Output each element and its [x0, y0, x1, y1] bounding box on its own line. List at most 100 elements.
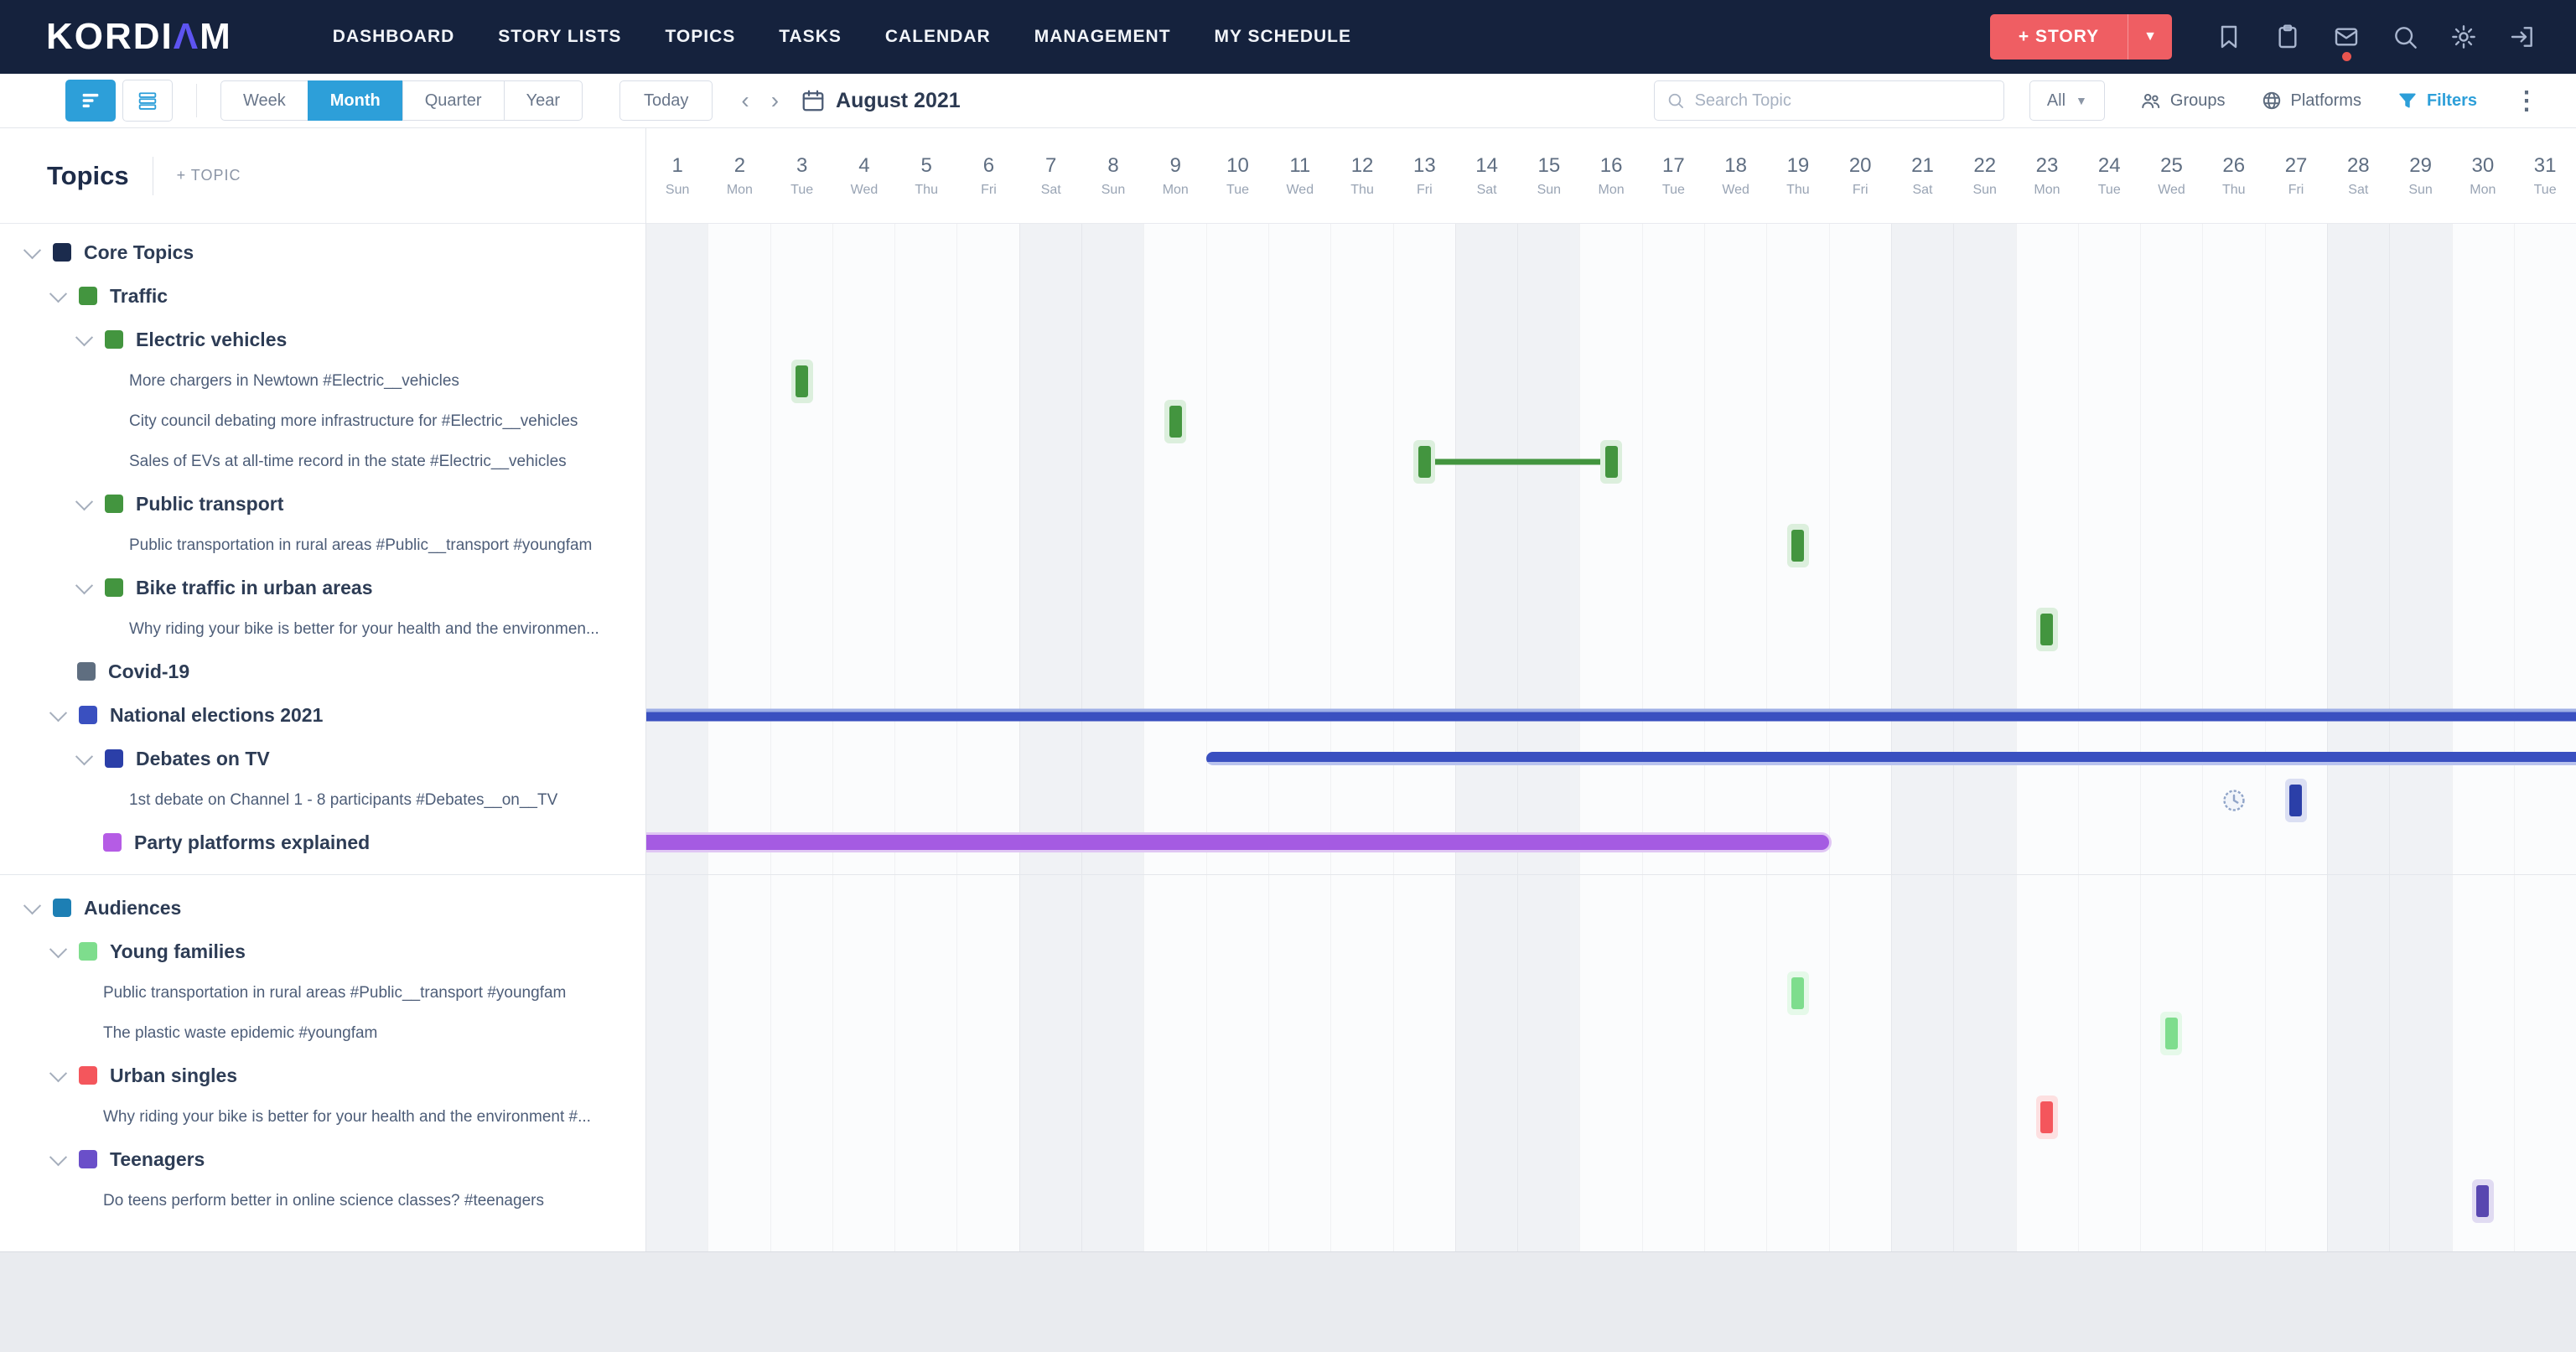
timeline-row — [646, 566, 2576, 609]
nav-item-story-lists[interactable]: STORY LISTS — [498, 27, 621, 47]
chevron-down-icon[interactable] — [75, 577, 93, 594]
filters-button[interactable]: Filters — [2397, 90, 2477, 111]
topic-row-public-transport[interactable]: Public transport — [0, 482, 645, 526]
platforms-button[interactable]: Platforms — [2261, 90, 2361, 111]
logout-icon[interactable] — [2509, 23, 2536, 50]
range-cap-bar[interactable] — [1413, 440, 1435, 484]
range-option-week[interactable]: Week — [220, 80, 308, 121]
topic-row-national-elections-2021[interactable]: National elections 2021 — [0, 693, 645, 737]
next-period-arrow[interactable]: › — [771, 87, 779, 114]
story-bar[interactable] — [2036, 608, 2058, 651]
period-label: August 2021 — [836, 89, 961, 113]
topic-row-young-families[interactable]: Young families — [0, 930, 645, 973]
toolbar-right: All ▼ Groups Platforms Filters ⋮ — [1654, 80, 2539, 121]
top-navbar: KORDIΛM DASHBOARD STORY LISTS TOPICS TASKS C… — [0, 0, 2576, 74]
story-row-public-transportation-in-rural-areas-pub[interactable]: Public transportation in rural areas #Pu… — [0, 526, 645, 566]
range-option-year[interactable]: Year — [504, 80, 583, 121]
add-story-button[interactable]: + STORY ▼ — [1990, 14, 2172, 60]
timeline-span-bar[interactable] — [1206, 752, 2576, 765]
story-bar[interactable] — [1787, 524, 1809, 567]
story-bar[interactable] — [1787, 971, 1809, 1015]
bookmark-icon[interactable] — [2216, 23, 2242, 50]
chevron-down-icon[interactable] — [49, 704, 67, 722]
timeline-row — [646, 930, 2576, 973]
logo-accent: Λ — [174, 16, 200, 58]
story-row-why-riding-your-bike-is-better-for-your-[interactable]: Why riding your bike is better for your … — [0, 609, 645, 650]
topic-row-audiences[interactable]: Audiences — [0, 886, 645, 930]
chevron-down-icon[interactable] — [49, 285, 67, 303]
story-row-public-transportation-in-rural-areas-pub[interactable]: Public transportation in rural areas #Pu… — [0, 973, 645, 1013]
day-number: 1 — [671, 154, 682, 178]
timeline-header: 1Sun2Mon3Tue4Wed5Thu6Fri7Sat8Sun9Mon10Tu… — [646, 128, 2576, 224]
day-header-cell: 20Fri — [1829, 128, 1891, 223]
day-number: 4 — [858, 154, 869, 178]
mail-icon[interactable] — [2333, 23, 2360, 50]
more-options-kebab[interactable]: ⋮ — [2514, 86, 2539, 116]
timeline-span-bar[interactable] — [646, 709, 2576, 722]
chevron-down-icon[interactable] — [49, 940, 67, 958]
groups-button[interactable]: Groups — [2140, 90, 2226, 111]
day-number: 25 — [2160, 154, 2183, 178]
story-row-city-council-debating-more-infrastructur[interactable]: City council debating more infrastructur… — [0, 401, 645, 442]
story-row-why-riding-your-bike-is-better-for-your-[interactable]: Why riding your bike is better for your … — [0, 1097, 645, 1137]
timeline-span-bar[interactable] — [646, 835, 1829, 850]
story-range-bar[interactable] — [1424, 459, 1611, 465]
story-row-sales-of-evs-at-all-time-record-in-the-s[interactable]: Sales of EVs at all-time record in the s… — [0, 442, 645, 482]
topic-row-bike-traffic-in-urban-areas[interactable]: Bike traffic in urban areas — [0, 566, 645, 609]
story-bar[interactable] — [2160, 1012, 2182, 1055]
story-bar[interactable] — [1164, 400, 1186, 443]
story-row-1st-debate-on-channel-1-8-participants-d[interactable]: 1st debate on Channel 1 - 8 participants… — [0, 780, 645, 821]
chevron-down-icon[interactable] — [23, 897, 41, 914]
day-weekday: Sun — [1537, 183, 1561, 198]
topic-row-covid-19[interactable]: Covid-19 — [0, 650, 645, 693]
chevron-down-icon[interactable] — [75, 493, 93, 510]
kordiam-logo[interactable]: KORDIΛM — [46, 16, 232, 58]
day-header-cell: 10Tue — [1206, 128, 1268, 223]
topic-row-urban-singles[interactable]: Urban singles — [0, 1054, 645, 1097]
chevron-down-icon[interactable] — [23, 241, 41, 259]
nav-item-my-schedule[interactable]: MY SCHEDULE — [1215, 27, 1351, 47]
nav-item-dashboard[interactable]: DASHBOARD — [333, 27, 455, 47]
story-row-the-plastic-waste-epidemic-youngfam[interactable]: The plastic waste epidemic #youngfam — [0, 1013, 645, 1054]
chevron-down-icon[interactable] — [49, 1148, 67, 1166]
topic-row-traffic[interactable]: Traffic — [0, 274, 645, 318]
clipboard-icon[interactable] — [2274, 23, 2301, 50]
topic-row-teenagers[interactable]: Teenagers — [0, 1137, 645, 1181]
prev-period-arrow[interactable]: ‹ — [741, 87, 749, 114]
topic-row-core-topics[interactable]: Core Topics — [0, 231, 645, 274]
story-bar[interactable] — [2472, 1179, 2494, 1223]
range-option-month[interactable]: Month — [308, 80, 402, 121]
story-row-do-teens-perform-better-in-online-scienc[interactable]: Do teens perform better in online scienc… — [0, 1181, 645, 1221]
today-button[interactable]: Today — [619, 80, 713, 121]
gear-icon[interactable] — [2450, 23, 2477, 50]
topic-row-party-platforms-explained[interactable]: Party platforms explained — [0, 821, 645, 864]
story-label: City council debating more infrastructur… — [129, 412, 578, 431]
list-view-toggle[interactable] — [122, 80, 173, 122]
clock-icon[interactable] — [2221, 787, 2247, 814]
timeline-row — [646, 526, 2576, 566]
story-row-more-chargers-in-newtown-electric-vehicl[interactable]: More chargers in Newtown #Electric__vehi… — [0, 361, 645, 401]
nav-item-management[interactable]: MANAGEMENT — [1034, 27, 1171, 47]
chevron-down-icon[interactable] — [75, 748, 93, 765]
story-bar[interactable] — [2036, 1096, 2058, 1139]
day-header-cell: 6Fri — [957, 128, 1019, 223]
all-filter-dropdown[interactable]: All ▼ — [2029, 80, 2105, 121]
chevron-down-icon[interactable] — [75, 329, 93, 346]
search-topic-input[interactable] — [1693, 91, 1992, 111]
search-icon[interactable] — [2392, 23, 2418, 50]
range-option-quarter[interactable]: Quarter — [402, 80, 504, 121]
topic-row-debates-on-tv[interactable]: Debates on TV — [0, 737, 645, 780]
nav-item-topics[interactable]: TOPICS — [665, 27, 735, 47]
nav-item-tasks[interactable]: TASKS — [779, 27, 842, 47]
bottom-scroll-area[interactable] — [0, 1251, 2576, 1352]
add-topic-button[interactable]: + TOPIC — [177, 167, 241, 184]
range-cap-bar[interactable] — [1600, 440, 1622, 484]
chevron-down-icon[interactable] — [49, 1065, 67, 1082]
topic-row-electric-vehicles[interactable]: Electric vehicles — [0, 318, 645, 361]
chevron-down-icon[interactable]: ▼ — [2128, 29, 2172, 44]
story-bar[interactable] — [2285, 779, 2307, 822]
topic-color-square — [53, 899, 71, 917]
gantt-view-toggle[interactable] — [65, 80, 116, 122]
story-bar[interactable] — [791, 360, 813, 403]
nav-item-calendar[interactable]: CALENDAR — [885, 27, 991, 47]
